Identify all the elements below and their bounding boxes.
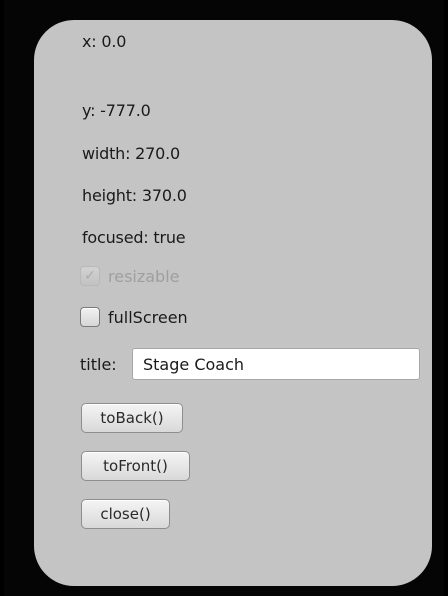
stage-window: x: 0.0 y: -777.0 width: 270.0 height: 37… — [4, 0, 444, 596]
checkbox-box[interactable] — [80, 307, 100, 327]
to-back-button[interactable]: toBack() — [81, 403, 183, 433]
x-label: x: 0.0 — [82, 32, 127, 51]
width-label: width: 270.0 — [82, 144, 180, 163]
fullscreen-label: fullScreen — [108, 307, 188, 327]
resizable-label: resizable — [108, 266, 180, 286]
resizable-checkbox: ✓ resizable — [80, 266, 180, 286]
focused-label: focused: true — [82, 228, 186, 247]
to-front-button[interactable]: toFront() — [81, 451, 190, 481]
close-button[interactable]: close() — [81, 499, 170, 529]
title-label: title: — [80, 355, 117, 374]
fullscreen-checkbox[interactable]: fullScreen — [80, 307, 188, 327]
height-label: height: 370.0 — [82, 186, 187, 205]
check-icon: ✓ — [80, 266, 100, 286]
title-input[interactable] — [132, 348, 420, 380]
y-label: y: -777.0 — [82, 101, 151, 120]
